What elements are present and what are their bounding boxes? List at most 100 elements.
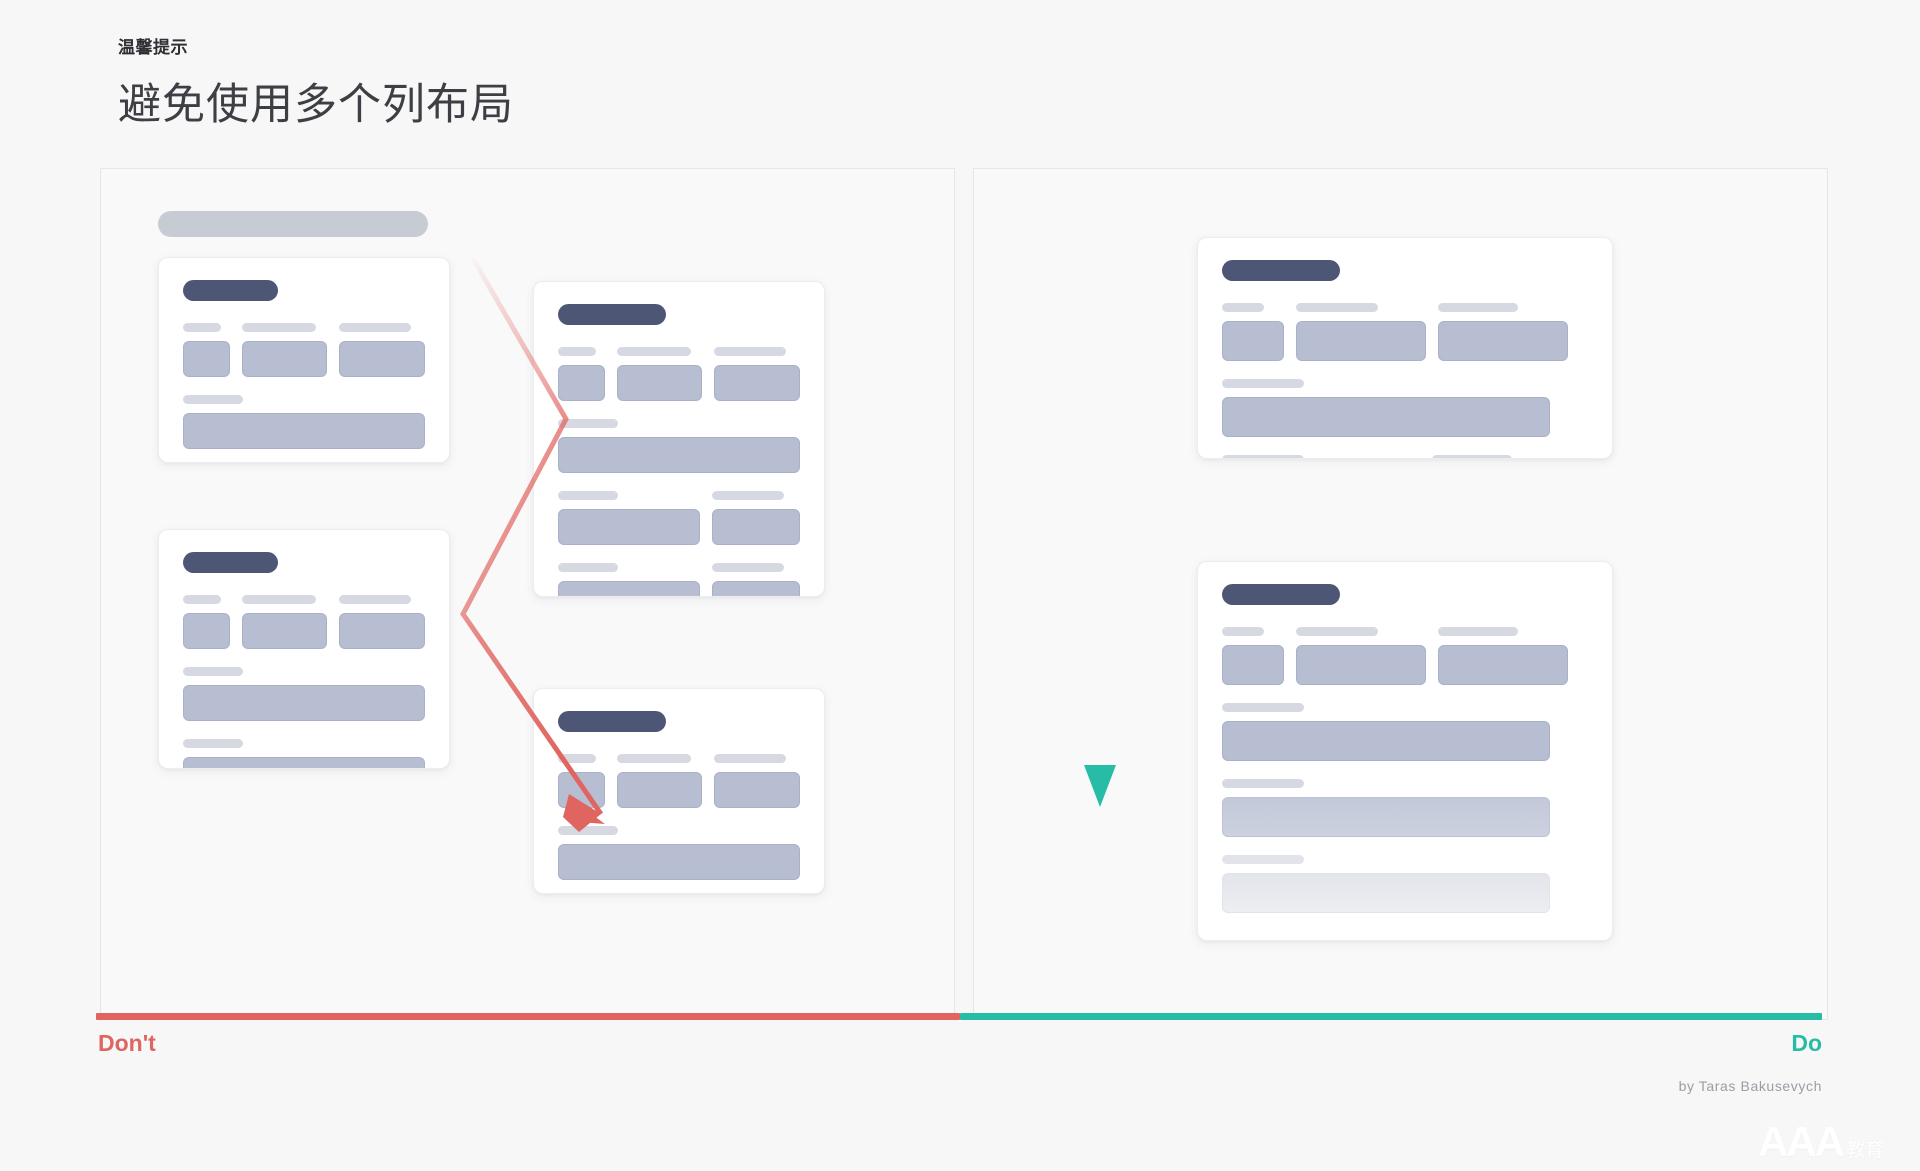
field-input[interactable] <box>616 365 702 401</box>
do-panel <box>973 168 1828 1020</box>
field-label-bar <box>558 491 618 500</box>
dont-card-4[interactable] <box>533 688 825 894</box>
field-label-bar <box>713 754 786 763</box>
form-field[interactable] <box>1222 379 1550 437</box>
form-field[interactable] <box>1222 455 1420 458</box>
form-field[interactable] <box>558 826 800 880</box>
form-row-full <box>558 419 800 473</box>
form-field[interactable] <box>616 347 702 401</box>
field-input[interactable] <box>1222 797 1550 837</box>
field-input[interactable] <box>1222 397 1550 437</box>
form-field[interactable] <box>1222 703 1550 761</box>
field-input[interactable] <box>183 757 425 768</box>
field-input[interactable] <box>1296 321 1426 361</box>
form-row-full <box>1222 855 1588 913</box>
form-row-two-col <box>558 491 800 545</box>
field-label-bar <box>183 667 243 676</box>
form-field[interactable] <box>1222 855 1550 913</box>
do-accent-bar <box>960 1013 1822 1020</box>
field-input[interactable] <box>183 413 425 449</box>
field-input[interactable] <box>558 772 605 808</box>
form-field[interactable] <box>616 754 702 808</box>
field-input[interactable] <box>616 772 702 808</box>
form-field[interactable] <box>183 739 425 768</box>
form-field[interactable] <box>713 347 800 401</box>
form-field[interactable] <box>711 491 800 545</box>
field-input[interactable] <box>558 509 700 545</box>
form-field[interactable] <box>1222 779 1550 837</box>
field-input[interactable] <box>338 613 425 649</box>
form-field[interactable] <box>241 323 327 377</box>
form-field[interactable] <box>558 419 800 473</box>
form-field[interactable] <box>1222 303 1284 361</box>
dont-card-1[interactable] <box>158 257 450 463</box>
field-input[interactable] <box>1438 321 1568 361</box>
form-field[interactable] <box>1438 627 1568 685</box>
field-input[interactable] <box>1222 321 1284 361</box>
dont-label: Don't <box>98 1030 156 1056</box>
form-row-full <box>558 826 800 880</box>
form-field[interactable] <box>338 323 425 377</box>
field-input[interactable] <box>338 341 425 377</box>
field-label-bar <box>241 323 316 332</box>
form-field[interactable] <box>558 563 700 596</box>
field-input[interactable] <box>1438 645 1568 685</box>
dont-card-3[interactable] <box>533 281 825 597</box>
dont-panel <box>100 168 955 1020</box>
card-title-pill <box>1222 260 1340 281</box>
form-field[interactable] <box>183 667 425 721</box>
field-input[interactable] <box>558 844 800 880</box>
do-card-1[interactable] <box>1197 237 1613 459</box>
form-field[interactable] <box>1432 455 1550 458</box>
form-row-full <box>183 395 425 449</box>
form-field[interactable] <box>183 323 230 377</box>
field-input[interactable] <box>241 613 327 649</box>
form-field[interactable] <box>183 395 425 449</box>
form-field[interactable] <box>558 347 605 401</box>
page-title-placeholder-bar <box>158 211 428 237</box>
form-field[interactable] <box>558 754 605 808</box>
dont-card-2[interactable] <box>158 529 450 769</box>
field-input[interactable] <box>183 685 425 721</box>
form-field[interactable] <box>713 754 800 808</box>
form-row-three-col <box>558 347 800 401</box>
field-label-bar <box>558 419 618 428</box>
form-field[interactable] <box>183 595 230 649</box>
field-input[interactable] <box>713 772 800 808</box>
form-row-two-col <box>558 563 800 596</box>
field-label-bar <box>183 595 221 604</box>
form-row-full <box>1222 703 1588 761</box>
field-input[interactable] <box>1296 645 1426 685</box>
form-field[interactable] <box>1222 627 1284 685</box>
form-field[interactable] <box>1296 627 1426 685</box>
form-field[interactable] <box>1438 303 1568 361</box>
field-input[interactable] <box>558 581 700 596</box>
field-input[interactable] <box>713 365 800 401</box>
card-title-pill <box>1222 584 1340 605</box>
page-kicker: 温馨提示 <box>118 38 188 57</box>
form-row-three-col <box>558 754 800 808</box>
form-field[interactable] <box>338 595 425 649</box>
do-card-2[interactable] <box>1197 561 1613 941</box>
field-input[interactable] <box>183 613 230 649</box>
field-input[interactable] <box>711 581 800 596</box>
field-input[interactable] <box>558 437 800 473</box>
form-field[interactable] <box>241 595 327 649</box>
field-label-bar <box>616 754 691 763</box>
field-input[interactable] <box>1222 873 1550 913</box>
dont-accent-bar <box>96 1013 960 1020</box>
field-input[interactable] <box>711 509 800 545</box>
field-input[interactable] <box>558 365 605 401</box>
field-input[interactable] <box>183 341 230 377</box>
field-label-bar <box>711 563 784 572</box>
page-title: 避免使用多个列布局 <box>118 80 514 129</box>
field-input[interactable] <box>1222 721 1550 761</box>
field-label-bar <box>1222 627 1264 636</box>
panel-gap <box>955 168 973 1020</box>
field-input[interactable] <box>241 341 327 377</box>
form-field[interactable] <box>711 563 800 596</box>
field-input[interactable] <box>1222 645 1284 685</box>
field-label-bar <box>1438 627 1518 636</box>
form-field[interactable] <box>1296 303 1426 361</box>
form-field[interactable] <box>558 491 700 545</box>
